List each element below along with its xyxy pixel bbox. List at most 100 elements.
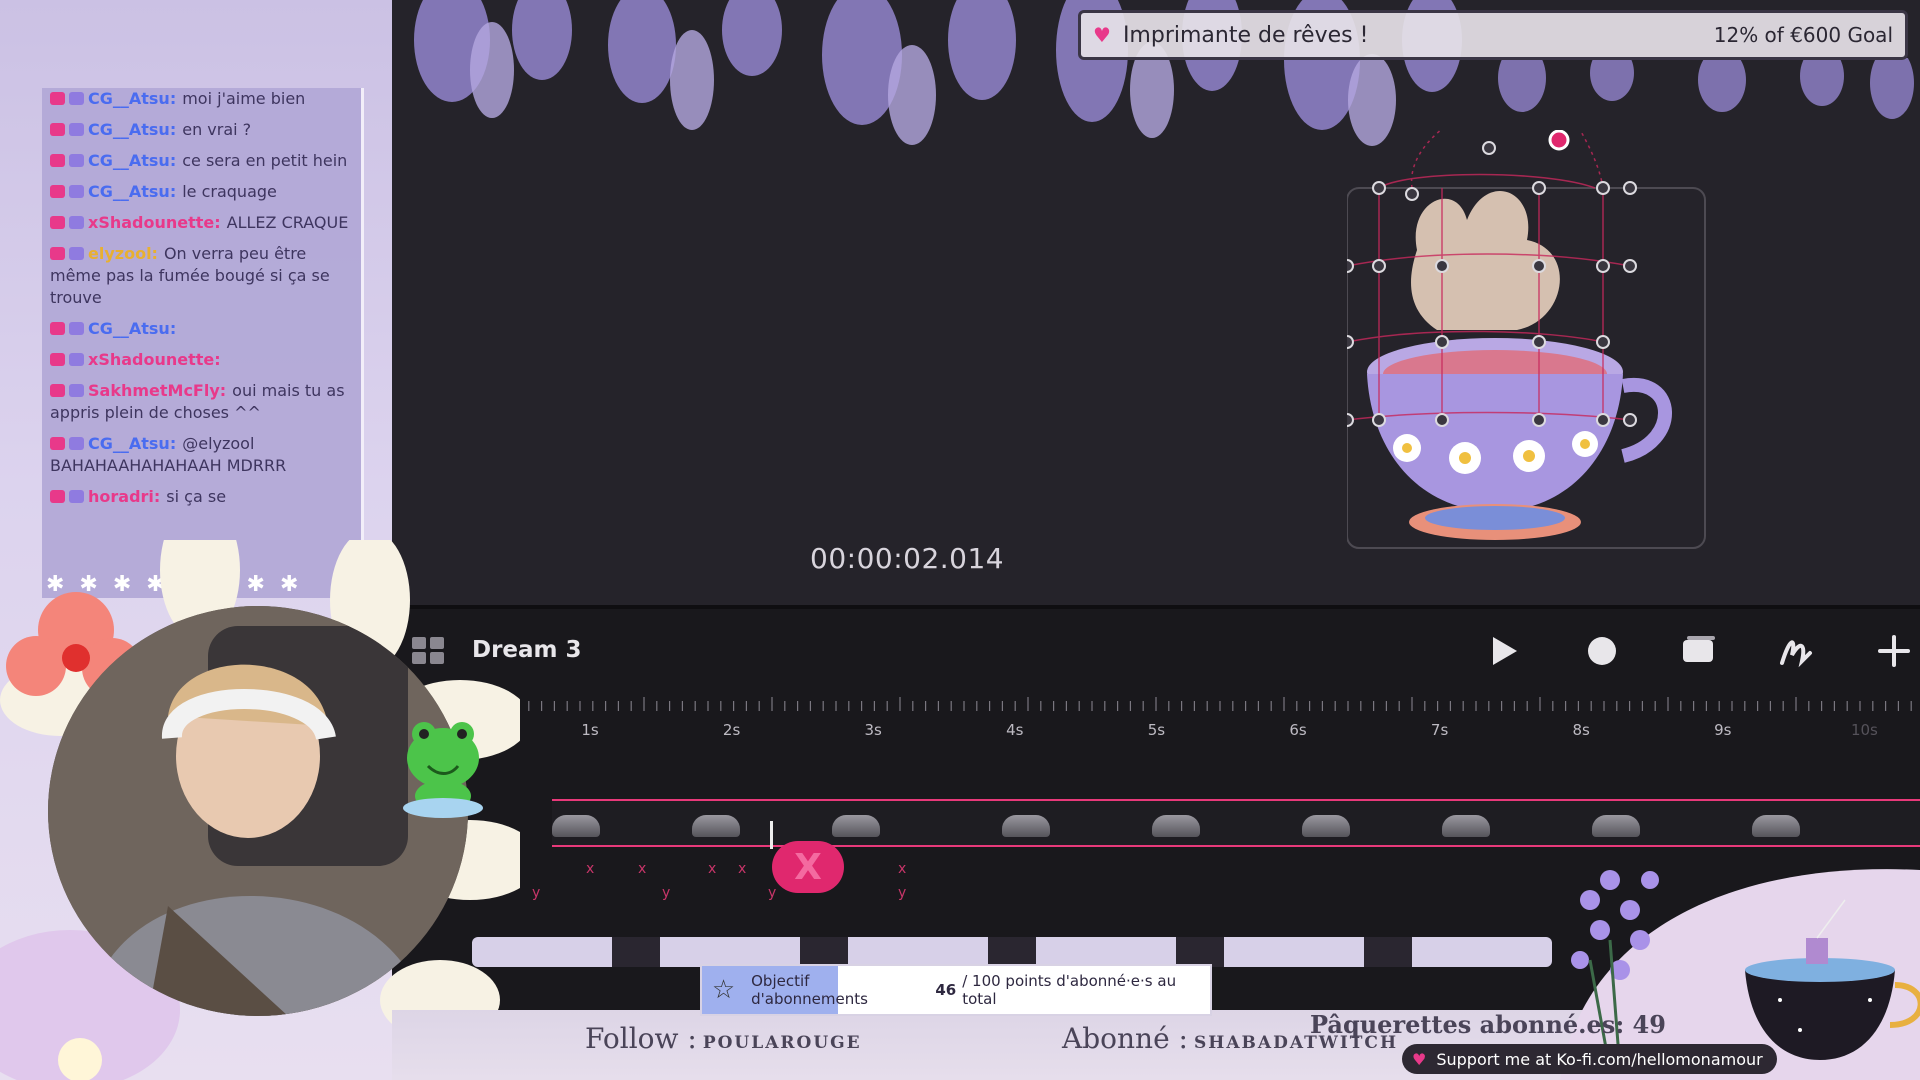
gem-badge-icon [69,353,84,366]
chat-username[interactable]: SakhmetMcFly: [88,381,226,400]
chat-username[interactable]: CG__Atsu: [88,151,176,170]
chat-username[interactable]: CG__Atsu: [88,120,176,139]
playhead[interactable] [770,821,773,849]
heart-icon: ♥ [1412,1049,1427,1069]
draw-button[interactable] [1776,631,1816,671]
ruler-label: 7s [1430,721,1449,739]
webcam-frame [0,540,520,1080]
ruler-label: 3s [864,721,882,739]
add-button[interactable] [1874,631,1914,671]
chat-message: elyzool: On verra peu être même pas la fu… [50,243,355,309]
record-icon [1588,637,1616,665]
sub-label: Abonné : [1062,1022,1188,1055]
timecode-readout: 00:00:02.014 [810,542,1005,575]
keyframe-marker[interactable]: x [898,861,906,877]
chat-username[interactable]: CG__Atsu: [88,182,176,201]
kofi-text: Support me at Ko-fi.com/hellomonamour [1436,1049,1763,1069]
subscriber-badge-icon [50,322,65,335]
keyframe-blob[interactable] [1152,815,1200,837]
chat-message: CG__Atsu: [50,318,355,340]
ruler-label: 5s [1147,721,1166,739]
gem-badge-icon [69,384,84,397]
chat-username[interactable]: elyzool: [88,244,158,263]
subscription-goal-current: 46 [935,981,957,999]
frog-icon [403,722,483,818]
keyframe-marker[interactable]: x [586,861,594,877]
chat-message: CG__Atsu: moi j'aime bien [50,88,355,110]
squiggle-icon [1780,640,1812,668]
chat-username[interactable]: xShadounette: [88,350,221,369]
plus-icon [1878,635,1910,667]
keyframe-blob[interactable] [832,815,880,837]
kofi-banner[interactable]: ♥ Support me at Ko-fi.com/hellomonamour [1402,1044,1777,1074]
gem-badge-icon [69,216,84,229]
gem-badge-icon [69,123,84,136]
ruler-label: 1s [581,721,599,739]
selected-keyframe-knob[interactable]: X [772,841,844,893]
ruler-label: 10s [1850,721,1878,739]
keyframe-marker[interactable]: x [708,861,716,877]
ruler-label: 9s [1714,721,1732,739]
keyframe-marker[interactable]: x [638,861,646,877]
subscription-goal-widget: ☆ Objectif d'abonnements 46 / 100 points… [700,964,1212,1016]
keyframe-blob[interactable] [1302,815,1350,837]
play-icon [1493,637,1517,665]
subscriber-badge-icon [50,154,65,167]
subscriber-badge-icon [50,384,65,397]
keyframe-marker[interactable]: y [768,885,776,901]
animation-canvas[interactable]: 00:00:02.014 [392,0,1920,605]
gem-badge-icon [69,490,84,503]
chat-text: ALLEZ CRAQUE [226,213,349,232]
chat-username[interactable]: CG__Atsu: [88,319,176,338]
follow-label: Follow : [585,1022,697,1055]
keyframe-blob[interactable] [1002,815,1050,837]
keyframe-blob[interactable] [552,815,600,837]
heart-icon: ♥ [1093,23,1111,47]
keyframe-blob[interactable] [1442,815,1490,837]
gem-badge-icon [69,322,84,335]
subscriber-badge-icon [50,123,65,136]
chat-message: xShadounette: [50,349,355,371]
keyframe-marker[interactable]: y [898,885,906,901]
chat-username[interactable]: CG__Atsu: [88,434,176,453]
teacup-flowers-decoration [1560,869,1920,1080]
keyframe-marker[interactable]: x [738,861,746,877]
chat-text: ce sera en petit hein [182,151,348,170]
record-button[interactable] [1582,631,1622,671]
subscriber-badge-icon [50,185,65,198]
ruler-label: 4s [1006,721,1024,739]
star-icon: ☆ [711,975,736,1005]
chat-message: xShadounette: ALLEZ CRAQUE [50,212,355,234]
gem-badge-icon [69,92,84,105]
subscriber-badge-icon [50,216,65,229]
gem-badge-icon [69,185,84,198]
teacup-artwork[interactable] [1347,130,1717,560]
chat-text: en vrai ? [182,120,252,139]
goal-progress: 12% of €600 Goal [1713,23,1893,47]
chat-username[interactable]: CG__Atsu: [88,89,176,108]
chat-username[interactable]: horadri: [88,487,160,506]
keyframe-marker[interactable]: y [532,885,540,901]
gem-badge-icon [69,437,84,450]
chat-message: horadri: si ça se [50,486,355,508]
play-button[interactable] [1484,631,1524,671]
wisteria-decoration-right [1498,58,1914,119]
chat-text: le craquage [182,182,277,201]
keyframe-marker[interactable]: y [662,885,670,901]
subscriber-badge-icon [50,490,65,503]
subscriber-badge-icon [50,437,65,450]
latest-follow: Follow : POULAROUGE [585,1022,862,1055]
chat-username[interactable]: xShadounette: [88,213,221,232]
chat-text: si ça se [166,487,227,506]
follow-name: POULAROUGE [702,1033,862,1053]
chat-message: CG__Atsu: en vrai ? [50,119,355,141]
layers-stack-icon [1683,636,1715,662]
subscriber-badge-icon [50,247,65,260]
chat-message: SakhmetMcFly: oui mais tu as appris plein… [50,380,355,424]
gem-badge-icon [69,154,84,167]
subscription-goal-rest: / 100 points d'abonné·e·s au total [962,972,1177,1008]
keyframe-blob[interactable] [692,815,740,837]
subscriber-badge-icon [50,92,65,105]
layers-stack-button[interactable] [1679,631,1719,671]
subscription-goal-label: Objectif d'abonnements [751,972,868,1008]
